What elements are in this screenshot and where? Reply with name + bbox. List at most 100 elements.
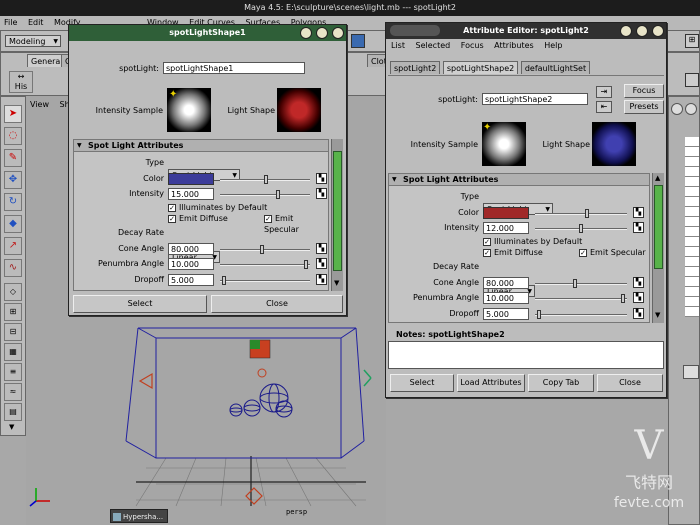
win2-dropoff-map-icon[interactable]: ▚ [633,308,644,319]
win2-tab-spotlightshape2[interactable]: spotLightShape2 [442,61,519,74]
layout-two-icon[interactable]: ⊟ [4,323,22,341]
win2-copy-tab-button[interactable]: Copy Tab [528,374,594,392]
win1-color-slider[interactable] [220,175,310,184]
win1-dropoff-map-icon[interactable]: ▚ [316,274,327,285]
win2-go-output-icon[interactable]: ⇤ [596,101,612,113]
win2-menu-list[interactable]: List [391,41,405,50]
win2-intensity-slider[interactable] [535,224,627,233]
win2-node-name-field[interactable]: spotLightShape2 [482,93,588,105]
channel-toggle-icon[interactable] [671,103,683,115]
layout-graph-icon[interactable]: ≈ [4,383,22,401]
select-tool-icon[interactable]: ➤ [4,105,22,123]
win2-focus-button[interactable]: Focus [624,84,664,98]
win1-cone-slider[interactable] [220,245,310,254]
win2-scroll-down-icon[interactable]: ▼ [655,311,660,319]
win1-close-icon[interactable] [332,27,344,39]
win2-specular-checkbox[interactable]: ✓ Emit Specular [579,247,646,258]
win1-penumbra-field[interactable]: 10.000 [168,258,214,270]
win2-load-attributes-button[interactable]: Load Attributes [457,374,525,392]
menu-file[interactable]: File [4,18,17,27]
win1-scroll-thumb[interactable] [333,151,342,271]
win2-scroll-up-icon[interactable]: ▲ [655,174,660,182]
win2-illum-checkbox[interactable]: ✓ Illuminates by Default [483,236,582,247]
win2-scroll-thumb[interactable] [654,185,663,269]
win2-go-input-icon[interactable]: ⇥ [596,86,612,98]
hypershade-taskbar-button[interactable]: Hypersha... [110,509,168,523]
win2-menu-attributes[interactable]: Attributes [494,41,534,50]
win2-dropoff-field[interactable]: 5.000 [483,308,529,320]
win1-color-swatch[interactable] [168,173,214,185]
win2-minimize-icon[interactable] [620,25,632,37]
win2-intensity-map-icon[interactable]: ▚ [633,222,644,233]
win1-dropoff-slider[interactable] [220,276,310,285]
move-tool-icon[interactable]: ✥ [4,171,22,189]
mode-selector[interactable]: Modeling [5,35,61,47]
win2-menu-help[interactable]: Help [544,41,562,50]
win2-diffuse-checkbox[interactable]: ✓ Emit Diffuse [483,247,543,258]
win1-cone-field[interactable]: 80.000 [168,243,214,255]
win1-select-button[interactable]: Select [73,295,207,313]
win1-scroll-down-icon[interactable]: ▼ [334,279,339,287]
layout-persp-icon[interactable]: ▦ [4,343,22,361]
win1-section-header[interactable]: Spot Light Attributes [74,140,328,152]
rotate-tool-icon[interactable]: ↻ [4,193,22,211]
win2-close-icon[interactable] [652,25,664,37]
lasso-tool-icon[interactable]: ◌ [4,127,22,145]
win1-cone-map-icon[interactable]: ▚ [316,243,327,254]
win2-menu-focus[interactable]: Focus [461,41,484,50]
win1-diffuse-checkbox[interactable]: ✓ Emit Diffuse [168,213,228,224]
win1-intensity-field[interactable]: 15.000 [168,188,214,200]
win2-tab-defaultlightset[interactable]: defaultLightSet [520,61,591,74]
win2-cone-slider[interactable] [535,279,627,288]
win2-cone-map-icon[interactable]: ▚ [633,277,644,288]
layer-toggle-icon[interactable] [685,103,697,115]
history-icon[interactable]: ↔ His [9,71,33,93]
paint-select-icon[interactable]: ✎ [4,149,22,167]
layout-four-icon[interactable]: ⊞ [4,303,22,321]
win2-penumbra-slider[interactable] [535,294,627,303]
win1-penumbra-map-icon[interactable]: ▚ [316,258,327,269]
win2-menu-selected[interactable]: Selected [416,41,451,50]
win2-notes-textarea[interactable] [388,341,664,369]
toolbox-expand-icon[interactable]: ▼ [9,423,14,431]
win2-close-button[interactable]: Close [597,374,663,392]
win1-title-bar[interactable]: spotLightShape1 [69,25,346,41]
win1-node-name-field[interactable]: spotLightShape1 [163,62,305,74]
win1-scrollbar[interactable]: ▼ [331,139,343,291]
win1-specular-checkbox[interactable]: ✓ Emit Specular [264,213,328,234]
win2-scrollbar[interactable]: ▲ ▼ [652,173,664,323]
win2-presets-button[interactable]: Presets [624,100,664,114]
manipulator-icon[interactable]: ↗ [4,237,22,255]
win2-select-button[interactable]: Select [390,374,454,392]
channel-list[interactable] [685,137,699,317]
snap-icon[interactable] [351,34,365,48]
win2-tab-spotlight2[interactable]: spotLight2 [390,61,441,74]
shelf-right-icon[interactable] [685,73,699,87]
win2-maximize-icon[interactable] [636,25,648,37]
win2-dropoff-slider[interactable] [535,310,627,319]
win2-title-bar[interactable]: Attribute Editor: spotLight2 [386,23,666,39]
channel-icon[interactable]: ⊞ [685,34,699,48]
win2-penumbra-map-icon[interactable]: ▚ [633,292,644,303]
win1-penumbra-slider[interactable] [220,260,310,269]
win2-section-header[interactable]: Spot Light Attributes [389,174,649,186]
win1-intensity-slider[interactable] [220,190,310,199]
layout-hypershade-icon[interactable]: ▤ [4,403,22,421]
win1-illum-checkbox[interactable]: ✓ Illuminates by Default [168,202,267,213]
win1-color-map-icon[interactable]: ▚ [316,173,327,184]
layout-single-icon[interactable]: ◇ [4,283,22,301]
win2-color-map-icon[interactable]: ▚ [633,207,644,218]
scale-tool-icon[interactable]: ◆ [4,215,22,233]
win1-close-button[interactable]: Close [211,295,343,313]
win1-minimize-icon[interactable] [300,27,312,39]
win1-intensity-map-icon[interactable]: ▚ [316,188,327,199]
win2-cone-field[interactable]: 80.000 [483,277,529,289]
curve-tool-icon[interactable]: ∿ [4,259,22,277]
win2-color-swatch[interactable] [483,207,529,219]
win2-penumbra-field[interactable]: 10.000 [483,292,529,304]
layer-button-icon[interactable] [683,365,699,379]
win1-dropoff-field[interactable]: 5.000 [168,274,214,286]
menu-edit[interactable]: Edit [28,18,44,27]
win2-window-menu-icon[interactable] [390,25,440,36]
win1-maximize-icon[interactable] [316,27,328,39]
